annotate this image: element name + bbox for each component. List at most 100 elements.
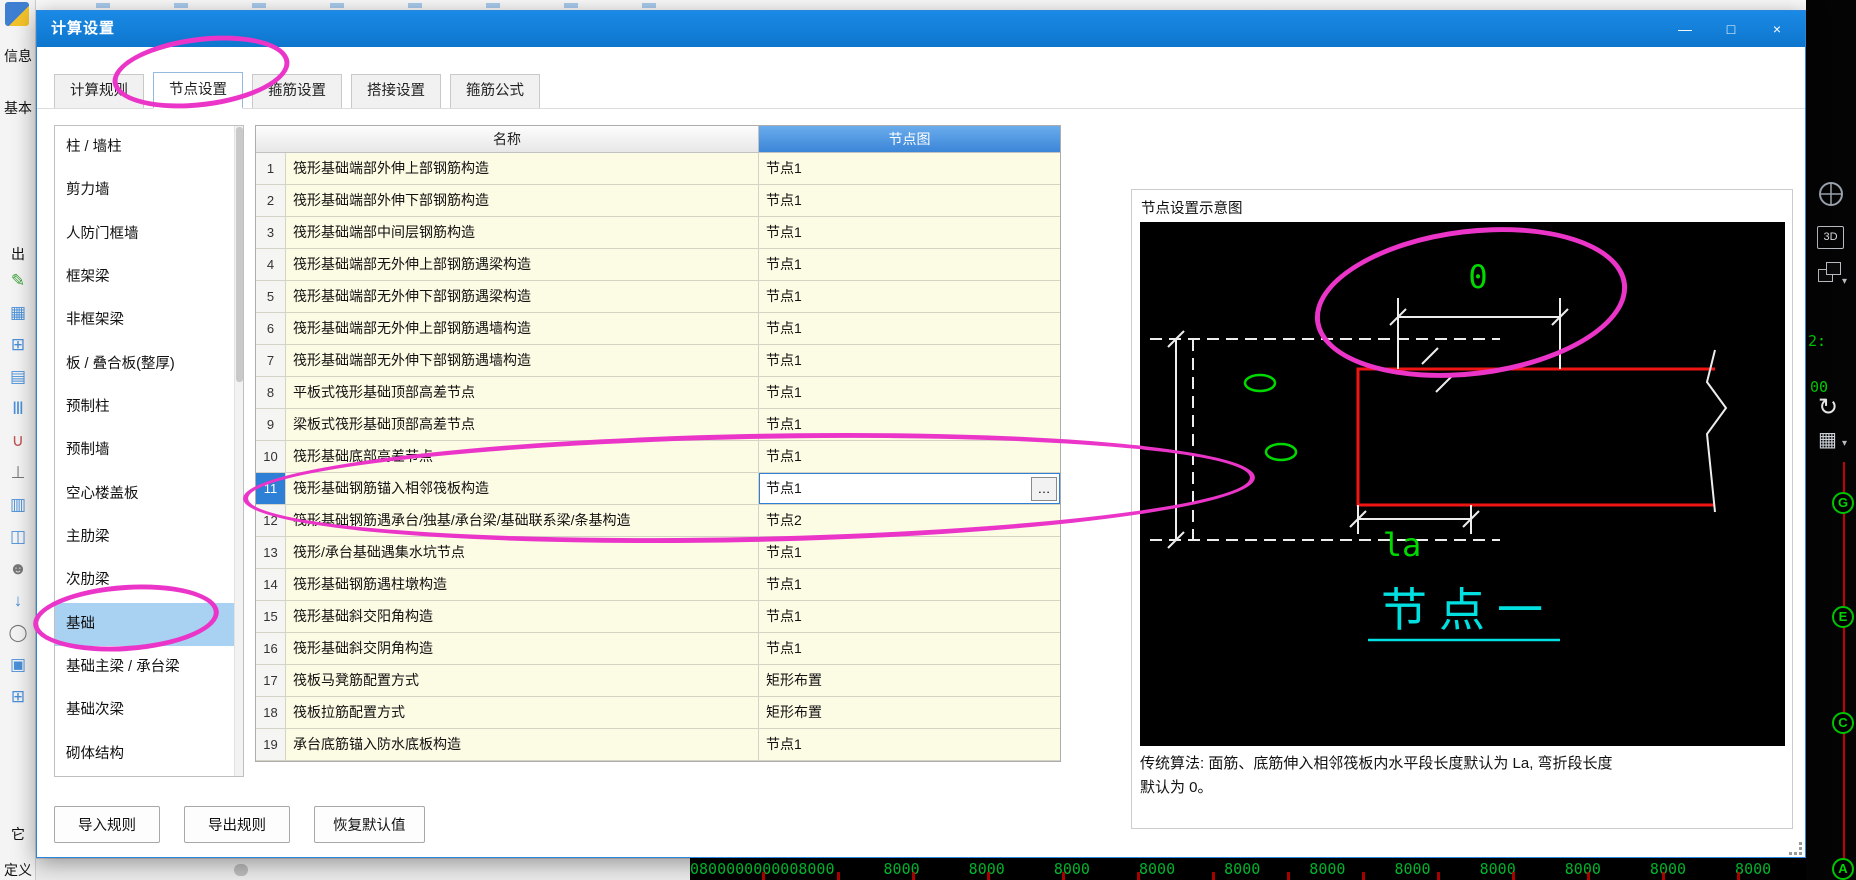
row-name-cell[interactable]: 筏板马凳筋配置方式	[286, 665, 759, 697]
table-row[interactable]: 14 筏形基础钢筋遇柱墩构造 节点1	[256, 569, 1060, 601]
row-number-cell[interactable]: 13	[256, 537, 286, 569]
row-value-cell[interactable]: 节点1	[759, 601, 1060, 633]
table-row[interactable]: 6 筏形基础端部无外伸上部钢筋遇墙构造 节点1	[256, 313, 1060, 345]
column-header-name[interactable]: 名称	[256, 126, 759, 153]
table-row[interactable]: 1 筏形基础端部外伸上部钢筋构造 节点1	[256, 153, 1060, 185]
row-name-cell[interactable]: 筏形基础端部中间层钢筋构造	[286, 217, 759, 249]
sidebar-item[interactable]: 空心楼盖板	[55, 473, 243, 516]
row-name-cell[interactable]: 筏形基础端部外伸下部钢筋构造	[286, 185, 759, 217]
row-number-cell[interactable]: 3	[256, 217, 286, 249]
row-number-cell[interactable]: 2	[256, 185, 286, 217]
row-value-cell[interactable]: 节点1	[759, 185, 1060, 217]
row-value-cell[interactable]: 节点1	[759, 569, 1060, 601]
table-row[interactable]: 3 筏形基础端部中间层钢筋构造 节点1	[256, 217, 1060, 249]
sidebar-item[interactable]: 基础主梁 / 承台梁	[55, 646, 243, 689]
chevron-down-icon[interactable]: ▾	[1842, 438, 1847, 449]
tab-stirrup-formula[interactable]: 箍筋公式	[450, 74, 540, 108]
table-row[interactable]: 2 筏形基础端部外伸下部钢筋构造 节点1	[256, 185, 1060, 217]
sidebar-item[interactable]: 非框架梁	[55, 299, 243, 342]
window-icon[interactable]: ◫	[5, 524, 31, 550]
table-row[interactable]: 15 筏形基础斜交阳角构造 节点1	[256, 601, 1060, 633]
column-header-node[interactable]: 节点图	[759, 126, 1060, 153]
row-value-cell[interactable]: 节点1	[759, 537, 1060, 569]
tab-lap-settings[interactable]: 搭接设置	[351, 74, 441, 108]
row-name-cell[interactable]: 筏形基础端部无外伸上部钢筋遇墙构造	[286, 313, 759, 345]
sidebar-item[interactable]: 预制柱	[55, 386, 243, 429]
row-name-cell[interactable]: 承台底筋锚入防水底板构造	[286, 729, 759, 761]
restore-defaults-button[interactable]: 恢复默认值	[314, 806, 425, 843]
row-name-cell[interactable]: 筏形基础端部无外伸下部钢筋遇梁构造	[286, 281, 759, 313]
import-rules-button[interactable]: 导入规则	[54, 806, 160, 843]
maximize-button[interactable]: □	[1709, 15, 1753, 43]
columns-icon[interactable]: Ⅲ	[5, 396, 31, 422]
row-number-cell[interactable]: 18	[256, 697, 286, 729]
row-name-cell[interactable]: 筏形基础端部外伸上部钢筋构造	[286, 153, 759, 185]
sidebar-item[interactable]: 剪力墙	[55, 169, 243, 212]
pin-icon[interactable]: ↓	[5, 588, 31, 614]
row-number-cell[interactable]: 7	[256, 345, 286, 377]
row-number-cell[interactable]: 16	[256, 633, 286, 665]
dialog-titlebar[interactable]: 计算设置 — □ ×	[37, 11, 1805, 47]
sidebar-item[interactable]: 基础次梁	[55, 689, 243, 732]
sidebar-item[interactable]: 柱 / 墙柱	[55, 126, 243, 169]
row-number-cell[interactable]: 5	[256, 281, 286, 313]
table-row[interactable]: 18 筏板拉筋配置方式 矩形布置	[256, 697, 1060, 729]
row-number-cell[interactable]: 14	[256, 569, 286, 601]
row-name-cell[interactable]: 筏形基础端部无外伸下部钢筋遇墙构造	[286, 345, 759, 377]
row-value-cell[interactable]: 节点1	[759, 633, 1060, 665]
row-number-cell[interactable]: 6	[256, 313, 286, 345]
ground-icon[interactable]: ⊥	[5, 460, 31, 486]
row-number-cell[interactable]: 17	[256, 665, 286, 697]
panel-icon[interactable]: ▤	[5, 364, 31, 390]
layers-icon[interactable]	[1818, 262, 1844, 284]
export-rules-button[interactable]: 导出规则	[184, 806, 290, 843]
sidebar-item[interactable]: 框架梁	[55, 256, 243, 299]
row-value-cell[interactable]: 节点1	[759, 377, 1060, 409]
scrollbar-thumb[interactable]	[236, 127, 243, 382]
sidebar-scrollbar[interactable]	[234, 126, 243, 776]
sidebar-item[interactable]: 预制墙	[55, 429, 243, 472]
row-number-cell[interactable]: 15	[256, 601, 286, 633]
row-value-cell[interactable]: 节点1	[759, 249, 1060, 281]
row-value-cell[interactable]: 矩形布置	[759, 665, 1060, 697]
table-row[interactable]: 19 承台底筋锚入防水底板构造 节点1	[256, 729, 1060, 761]
table-row[interactable]: 16 筏形基础斜交阴角构造 节点1	[256, 633, 1060, 665]
sidebar-item[interactable]: 砌体结构	[55, 733, 243, 776]
sidebar-item[interactable]: 板 / 叠合板(整厚)	[55, 343, 243, 386]
row-name-cell[interactable]: 筏形基础斜交阳角构造	[286, 601, 759, 633]
app-module-icon[interactable]	[5, 2, 29, 26]
row-name-cell[interactable]: 筏形基础钢筋遇柱墩构造	[286, 569, 759, 601]
row-number-cell[interactable]: 8	[256, 377, 286, 409]
cube-3d-view-icon[interactable]: 3D	[1817, 226, 1844, 249]
row-number-cell[interactable]: 1	[256, 153, 286, 185]
resize-grip[interactable]	[1789, 842, 1802, 855]
row-number-cell[interactable]: 9	[256, 409, 286, 441]
sheet-icon[interactable]: ⊞	[5, 684, 31, 710]
magnet-icon[interactable]: ∪	[5, 428, 31, 454]
row-name-cell[interactable]: 筏板拉筋配置方式	[286, 697, 759, 729]
refresh-icon[interactable]: ↻	[1818, 396, 1838, 420]
row-number-cell[interactable]: 4	[256, 249, 286, 281]
table-row[interactable]: 5 筏形基础端部无外伸下部钢筋遇梁构造 节点1	[256, 281, 1060, 313]
person-icon[interactable]: ☻	[5, 556, 31, 582]
row-value-cell[interactable]: 节点1	[759, 281, 1060, 313]
row-number-cell[interactable]: 10	[256, 441, 286, 473]
grid-table-icon[interactable]: ▦	[1818, 430, 1837, 450]
close-button[interactable]: ×	[1755, 15, 1799, 43]
navigation-ball-icon[interactable]	[1817, 180, 1845, 208]
row-value-cell[interactable]: 节点1	[759, 313, 1060, 345]
table-row[interactable]: 17 筏板马凳筋配置方式 矩形布置	[256, 665, 1060, 697]
sidebar-item[interactable]: 人防门框墙	[55, 213, 243, 256]
minimize-button[interactable]: —	[1663, 15, 1707, 43]
table-row[interactable]: 4 筏形基础端部无外伸上部钢筋遇梁构造 节点1	[256, 249, 1060, 281]
row-value-cell[interactable]: 节点1	[759, 345, 1060, 377]
row-value-cell[interactable]: 节点1	[759, 153, 1060, 185]
row-value-cell[interactable]: 节点1	[759, 729, 1060, 761]
sidebar-item[interactable]: 主肋梁	[55, 516, 243, 559]
row-number-cell[interactable]: 19	[256, 729, 286, 761]
chevron-down-icon[interactable]: ▾	[1842, 276, 1847, 287]
grid-icon[interactable]: ▦	[5, 300, 31, 326]
row-name-cell[interactable]: 筏形基础端部无外伸上部钢筋遇梁构造	[286, 249, 759, 281]
row-value-cell[interactable]: 节点1	[759, 217, 1060, 249]
scrollbar-thumb[interactable]	[234, 864, 248, 876]
